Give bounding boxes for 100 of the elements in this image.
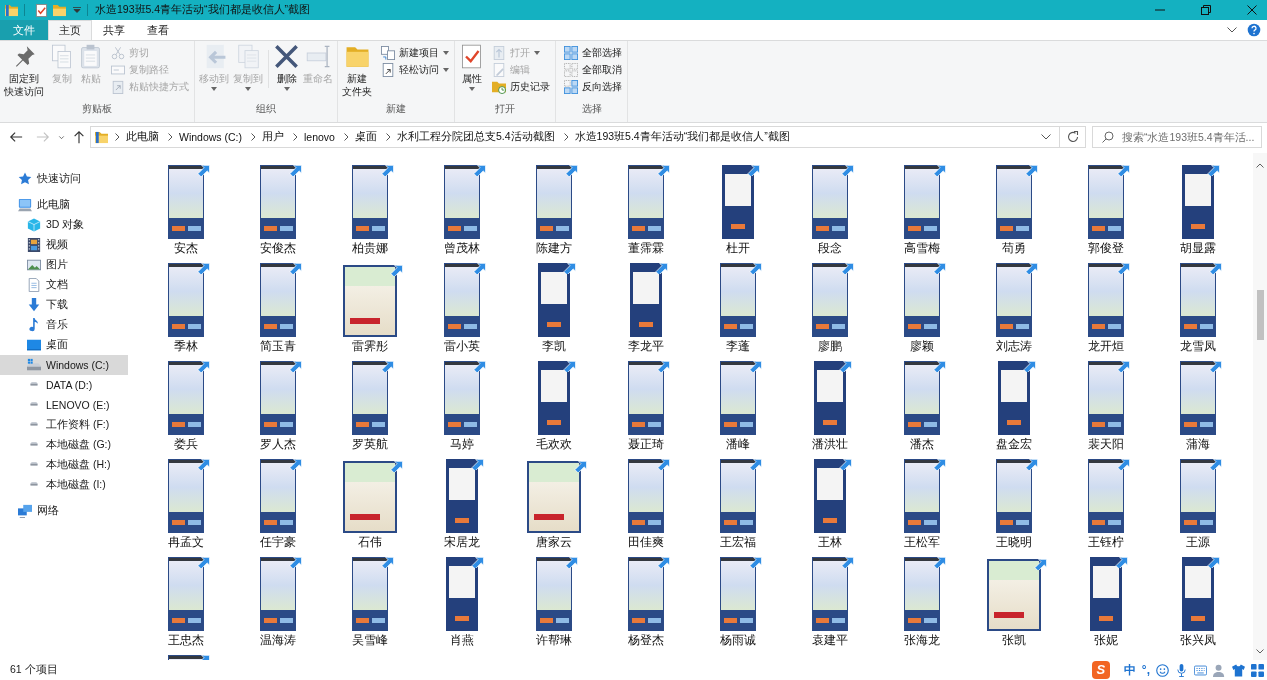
nav-item[interactable]: 网络	[0, 501, 128, 521]
nav-item[interactable]: DATA (D:)	[0, 375, 128, 395]
close-icon[interactable]	[1247, 5, 1257, 15]
ribbon-tab[interactable]: 查看	[136, 20, 180, 40]
image-thumbnail[interactable]	[168, 263, 204, 337]
image-thumbnail[interactable]	[904, 361, 940, 435]
file-name[interactable]: 杨雨诚	[720, 631, 756, 649]
ribbon-button[interactable]: 新建项目	[378, 44, 452, 61]
image-thumbnail[interactable]	[444, 361, 480, 435]
image-thumbnail[interactable]	[720, 361, 756, 435]
chevron-up-icon[interactable]	[1256, 163, 1264, 168]
image-thumbnail[interactable]	[1180, 263, 1216, 337]
file-name[interactable]: 张海龙	[904, 631, 940, 649]
chevron-down-icon[interactable]	[1256, 649, 1264, 654]
file-name[interactable]: 肖燕	[450, 631, 474, 649]
nav-item[interactable]: 快速访问	[0, 169, 128, 189]
file-name[interactable]: 聂正琦	[628, 435, 664, 453]
image-thumbnail[interactable]	[352, 165, 388, 239]
image-thumbnail[interactable]	[1088, 165, 1124, 239]
file-name[interactable]: 吴雪峰	[352, 631, 388, 649]
chevron-right-icon[interactable]	[343, 133, 349, 141]
file-name[interactable]: 安俊杰	[260, 239, 296, 257]
image-thumbnail[interactable]	[536, 165, 572, 239]
nav-item[interactable]: 文档	[0, 275, 128, 295]
file-name[interactable]: 罗英航	[352, 435, 388, 453]
file-name[interactable]: 蒲海	[1186, 435, 1210, 453]
file-name[interactable]: 潘洪壮	[812, 435, 848, 453]
image-thumbnail[interactable]	[260, 263, 296, 337]
chevron-down-icon[interactable]	[1041, 134, 1051, 140]
image-thumbnail[interactable]	[444, 165, 480, 239]
image-thumbnail[interactable]	[343, 265, 397, 337]
image-thumbnail[interactable]	[1088, 361, 1124, 435]
nav-item[interactable]: 音乐	[0, 315, 128, 335]
file-name[interactable]: 王钰柠	[1088, 533, 1124, 551]
image-thumbnail[interactable]	[168, 165, 204, 239]
file-name[interactable]: 董霈霖	[628, 239, 664, 257]
breadcrumb[interactable]: 桌面	[352, 130, 379, 144]
ribbon-button[interactable]: 全部取消	[561, 61, 625, 78]
help-icon[interactable]	[1247, 23, 1261, 37]
file-name[interactable]: 娄兵	[174, 435, 198, 453]
image-thumbnail[interactable]	[1182, 557, 1214, 631]
image-thumbnail[interactable]	[168, 459, 204, 533]
file-name[interactable]: 安杰	[174, 239, 198, 257]
image-thumbnail[interactable]	[446, 557, 478, 631]
image-thumbnail[interactable]	[343, 461, 397, 533]
image-thumbnail[interactable]	[720, 557, 756, 631]
image-thumbnail[interactable]	[720, 459, 756, 533]
image-thumbnail[interactable]	[536, 557, 572, 631]
up-arrow-icon[interactable]	[72, 130, 86, 144]
image-thumbnail[interactable]	[904, 459, 940, 533]
file-name[interactable]: 冉孟文	[168, 533, 204, 551]
file-name[interactable]: 石伟	[358, 533, 382, 551]
nav-item[interactable]: 本地磁盘 (H:)	[0, 455, 128, 475]
image-thumbnail[interactable]	[446, 459, 478, 533]
image-thumbnail[interactable]	[260, 361, 296, 435]
ribbon-button[interactable]: 历史记录	[489, 78, 553, 95]
nav-item[interactable]: 工作资料 (F:)	[0, 415, 128, 435]
file-name[interactable]: 李龙平	[628, 337, 664, 355]
image-thumbnail[interactable]	[904, 263, 940, 337]
ribbon-tab[interactable]: 共享	[92, 20, 136, 40]
dropdown-icon[interactable]	[73, 7, 81, 13]
nav-item[interactable]: 本地磁盘 (I:)	[0, 475, 128, 495]
file-name[interactable]: 杨登杰	[628, 631, 664, 649]
image-thumbnail[interactable]	[812, 263, 848, 337]
smiley-icon[interactable]	[1156, 663, 1169, 677]
image-thumbnail[interactable]	[1090, 557, 1122, 631]
keyboard-icon[interactable]	[1194, 663, 1207, 677]
file-name[interactable]: 段念	[818, 239, 842, 257]
search-field[interactable]: 搜索“水造193班5.4青年活...	[1092, 126, 1262, 148]
image-thumbnail[interactable]	[628, 361, 664, 435]
image-thumbnail[interactable]	[1088, 263, 1124, 337]
file-name[interactable]: 温海涛	[260, 631, 296, 649]
file-name[interactable]: 苟勇	[1002, 239, 1026, 257]
file-name[interactable]: 王林	[818, 533, 842, 551]
image-thumbnail[interactable]	[630, 263, 662, 337]
breadcrumb[interactable]: 此电脑	[124, 130, 161, 144]
scroll-thumb[interactable]	[1256, 290, 1264, 340]
file-name[interactable]: 廖颖	[910, 337, 934, 355]
image-thumbnail[interactable]	[814, 361, 846, 435]
file-name[interactable]: 盘金宏	[996, 435, 1032, 453]
file-name[interactable]: 龙雪凤	[1180, 337, 1216, 355]
scrollbar[interactable]	[1253, 153, 1267, 660]
ribbon-button[interactable]: 轻松访问	[378, 61, 452, 78]
image-thumbnail[interactable]	[996, 459, 1032, 533]
nav-item[interactable]: 3D 对象	[0, 215, 128, 235]
image-thumbnail[interactable]	[168, 557, 204, 631]
image-thumbnail[interactable]	[720, 263, 756, 337]
nav-item[interactable]: 本地磁盘 (G:)	[0, 435, 128, 455]
breadcrumb[interactable]: lenovo	[302, 131, 337, 143]
restore-icon[interactable]	[1201, 5, 1211, 15]
file-name[interactable]: 王松军	[904, 533, 940, 551]
file-name[interactable]: 罗人杰	[260, 435, 296, 453]
file-name[interactable]: 李蓬	[726, 337, 750, 355]
image-thumbnail[interactable]	[260, 459, 296, 533]
file-name[interactable]: 张兴凤	[1180, 631, 1216, 649]
file-name[interactable]: 潘峰	[726, 435, 750, 453]
image-thumbnail[interactable]	[1182, 165, 1214, 239]
nav-item[interactable]: 下载	[0, 295, 128, 315]
file-name[interactable]: 廖鹏	[818, 337, 842, 355]
image-thumbnail[interactable]	[996, 263, 1032, 337]
